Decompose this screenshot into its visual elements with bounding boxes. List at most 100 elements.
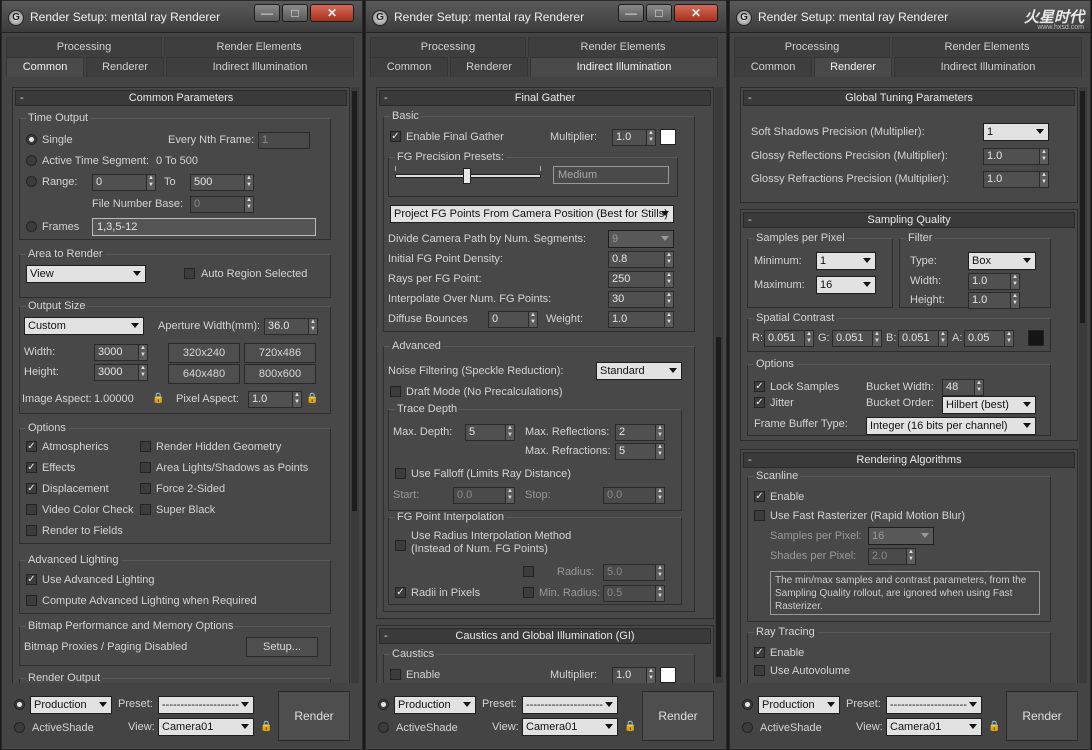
caustics-color-swatch[interactable] — [660, 667, 676, 683]
tab-processing[interactable]: Processing — [370, 37, 526, 57]
fg-projection-dropdown[interactable]: Project FG Points From Camera Position (… — [390, 205, 674, 223]
filter-type-dropdown[interactable]: Box — [968, 252, 1036, 270]
render-button[interactable]: Render — [642, 691, 714, 741]
pixel-aspect-spinner[interactable]: 1.0 ▲ ▼ — [248, 391, 302, 408]
tab-indirect-illumination[interactable]: Indirect Illumination — [894, 57, 1082, 77]
production-radio[interactable] — [742, 699, 753, 710]
enable-caustics-checkbox[interactable] — [390, 669, 401, 680]
glossy-refractions-spinner[interactable]: 1.0 ▲ ▼ — [983, 171, 1049, 188]
enable-final-gather-checkbox[interactable]: ✓ — [390, 131, 401, 142]
frames-input[interactable]: 1,3,5-12 — [92, 218, 316, 236]
radius-checkbox[interactable] — [523, 566, 534, 577]
lock-view-icon[interactable]: 🔒 — [624, 720, 636, 733]
tab-render-elements[interactable]: Render Elements — [892, 37, 1082, 57]
fast-rasterizer-checkbox[interactable] — [754, 510, 765, 521]
video-color-check-checkbox[interactable] — [26, 504, 37, 515]
tab-render-elements[interactable]: Render Elements — [528, 37, 718, 57]
close-button[interactable]: ✕ — [310, 4, 354, 22]
diffuse-bounces-spinner[interactable]: 0 ▲ ▼ — [488, 311, 538, 328]
weight-spinner[interactable]: 1.0 ▲ ▼ — [608, 311, 674, 328]
interpolate-spinner[interactable]: 30 ▲ ▼ — [608, 291, 674, 308]
preset-dropdown[interactable]: --------------------- — [886, 696, 982, 714]
range-from-spinner[interactable]: 0 ▲ ▼ — [92, 174, 156, 191]
rollout-header[interactable]: - Caustics and Global Illumination (GI) — [379, 628, 711, 644]
divide-camera-path-dropdown[interactable]: 9 — [608, 230, 674, 248]
rays-per-fg-point-spinner[interactable]: 250 ▲ ▼ — [608, 271, 674, 288]
production-radio[interactable] — [14, 699, 25, 710]
width-spinner[interactable]: 3000 ▲ ▼ — [94, 344, 148, 361]
force-2-sided-checkbox[interactable] — [140, 483, 151, 494]
scrollbar[interactable] — [715, 87, 723, 683]
use-falloff-checkbox[interactable] — [395, 468, 406, 479]
fg-multiplier-spinner[interactable]: 1.0 ▲ ▼ — [612, 129, 656, 146]
ray-tracing-enable-checkbox[interactable]: ✓ — [754, 647, 765, 658]
setup-button[interactable]: Setup... — [246, 637, 318, 657]
radius-interpolation-checkbox[interactable] — [395, 540, 406, 551]
title-bar[interactable]: G Render Setup: mental ray Renderer — □ … — [2, 1, 362, 33]
contrast-b-spinner[interactable]: 0.051 ▲ ▼ — [898, 330, 948, 347]
active-segment-radio[interactable] — [26, 155, 37, 166]
displacement-checkbox[interactable]: ✓ — [26, 483, 37, 494]
production-dropdown[interactable]: Production — [758, 696, 840, 714]
compute-advanced-lighting-checkbox[interactable] — [26, 595, 37, 606]
view-dropdown[interactable]: Camera01 — [886, 718, 982, 736]
scrollbar[interactable] — [1079, 87, 1087, 683]
production-dropdown[interactable]: Production — [394, 696, 476, 714]
bucket-width-spinner[interactable]: 48 ▲ ▼ — [942, 379, 984, 396]
lock-icon[interactable]: 🔒 — [152, 392, 164, 405]
auto-region-checkbox[interactable] — [184, 268, 195, 279]
contrast-g-spinner[interactable]: 0.051 ▲ ▼ — [832, 330, 882, 347]
lock-view-icon[interactable]: 🔒 — [260, 720, 272, 733]
rollout-header[interactable]: - Sampling Quality — [743, 212, 1075, 228]
bucket-order-dropdown[interactable]: Hilbert (best) — [942, 396, 1036, 414]
frame-buffer-type-dropdown[interactable]: Integer (16 bits per channel) — [866, 417, 1036, 435]
tab-render-elements[interactable]: Render Elements — [164, 37, 354, 57]
single-radio[interactable] — [26, 134, 37, 145]
minimize-button[interactable]: — — [254, 4, 280, 22]
initial-density-spinner[interactable]: 0.8 ▲ ▼ — [608, 251, 674, 268]
render-to-fields-checkbox[interactable] — [26, 525, 37, 536]
rollout-header[interactable]: - Final Gather — [379, 90, 711, 106]
fr-shades-per-pixel-spinner[interactable]: 2.0 ▲ ▼ — [868, 548, 916, 565]
max-depth-spinner[interactable]: 5 ▲ ▼ — [465, 424, 515, 441]
rollout-header[interactable]: - Global Tuning Parameters — [743, 90, 1075, 106]
preset-dropdown[interactable]: --------------------- — [158, 696, 254, 714]
fr-samples-per-pixel-dropdown[interactable]: 16 — [868, 527, 934, 545]
glossy-reflections-spinner[interactable]: 1.0 ▲ ▼ — [983, 148, 1049, 165]
start-spinner[interactable]: 0.0 ▲ ▼ — [453, 487, 515, 504]
tab-renderer[interactable]: Renderer — [86, 57, 164, 77]
stop-spinner[interactable]: 0.0 ▲ ▼ — [603, 487, 665, 504]
lock-samples-checkbox[interactable]: ✓ — [754, 381, 765, 392]
tab-processing[interactable]: Processing — [734, 37, 890, 57]
soft-shadows-dropdown[interactable]: 1 — [983, 123, 1049, 141]
contrast-a-spinner[interactable]: 0.05 ▲ ▼ — [964, 330, 1014, 347]
view-dropdown[interactable]: Camera01 — [158, 718, 254, 736]
scanline-enable-checkbox[interactable]: ✓ — [754, 491, 765, 502]
atmospherics-checkbox[interactable]: ✓ — [26, 441, 37, 452]
effects-checkbox[interactable]: ✓ — [26, 462, 37, 473]
min-radius-checkbox[interactable] — [523, 587, 534, 598]
every-nth-spinner[interactable]: 1 — [258, 132, 310, 149]
rollout-header[interactable]: - Rendering Algorithms — [743, 452, 1075, 468]
range-to-spinner[interactable]: 500 ▲ ▼ — [190, 174, 254, 191]
tab-renderer[interactable]: Renderer — [814, 57, 892, 77]
activeshade-radio[interactable] — [742, 722, 753, 733]
output-size-dropdown[interactable]: Custom — [24, 317, 144, 335]
preset-720x486-button[interactable]: 720x486 — [244, 343, 316, 363]
title-bar[interactable]: G Render Setup: mental ray Renderer — □ … — [366, 1, 726, 33]
fg-color-swatch[interactable] — [660, 129, 676, 145]
hidden-geometry-checkbox[interactable] — [140, 441, 151, 452]
autovolume-checkbox[interactable] — [754, 665, 765, 676]
close-button[interactable]: ✕ — [674, 4, 718, 22]
max-refractions-spinner[interactable]: 5 ▲ ▼ — [615, 443, 665, 460]
caustics-multiplier-spinner[interactable]: 1.0 ▲ ▼ — [612, 667, 656, 683]
minimum-dropdown[interactable]: 1 — [816, 252, 876, 270]
activeshade-radio[interactable] — [14, 722, 25, 733]
filter-height-spinner[interactable]: 1.0 ▲ ▼ — [968, 292, 1020, 309]
production-dropdown[interactable]: Production — [30, 696, 112, 714]
render-button[interactable]: Render — [1006, 691, 1078, 741]
range-radio[interactable] — [26, 176, 37, 187]
filter-width-spinner[interactable]: 1.0 ▲ ▼ — [968, 273, 1020, 290]
production-radio[interactable] — [378, 699, 389, 710]
radii-in-pixels-checkbox[interactable]: ✓ — [395, 587, 406, 598]
